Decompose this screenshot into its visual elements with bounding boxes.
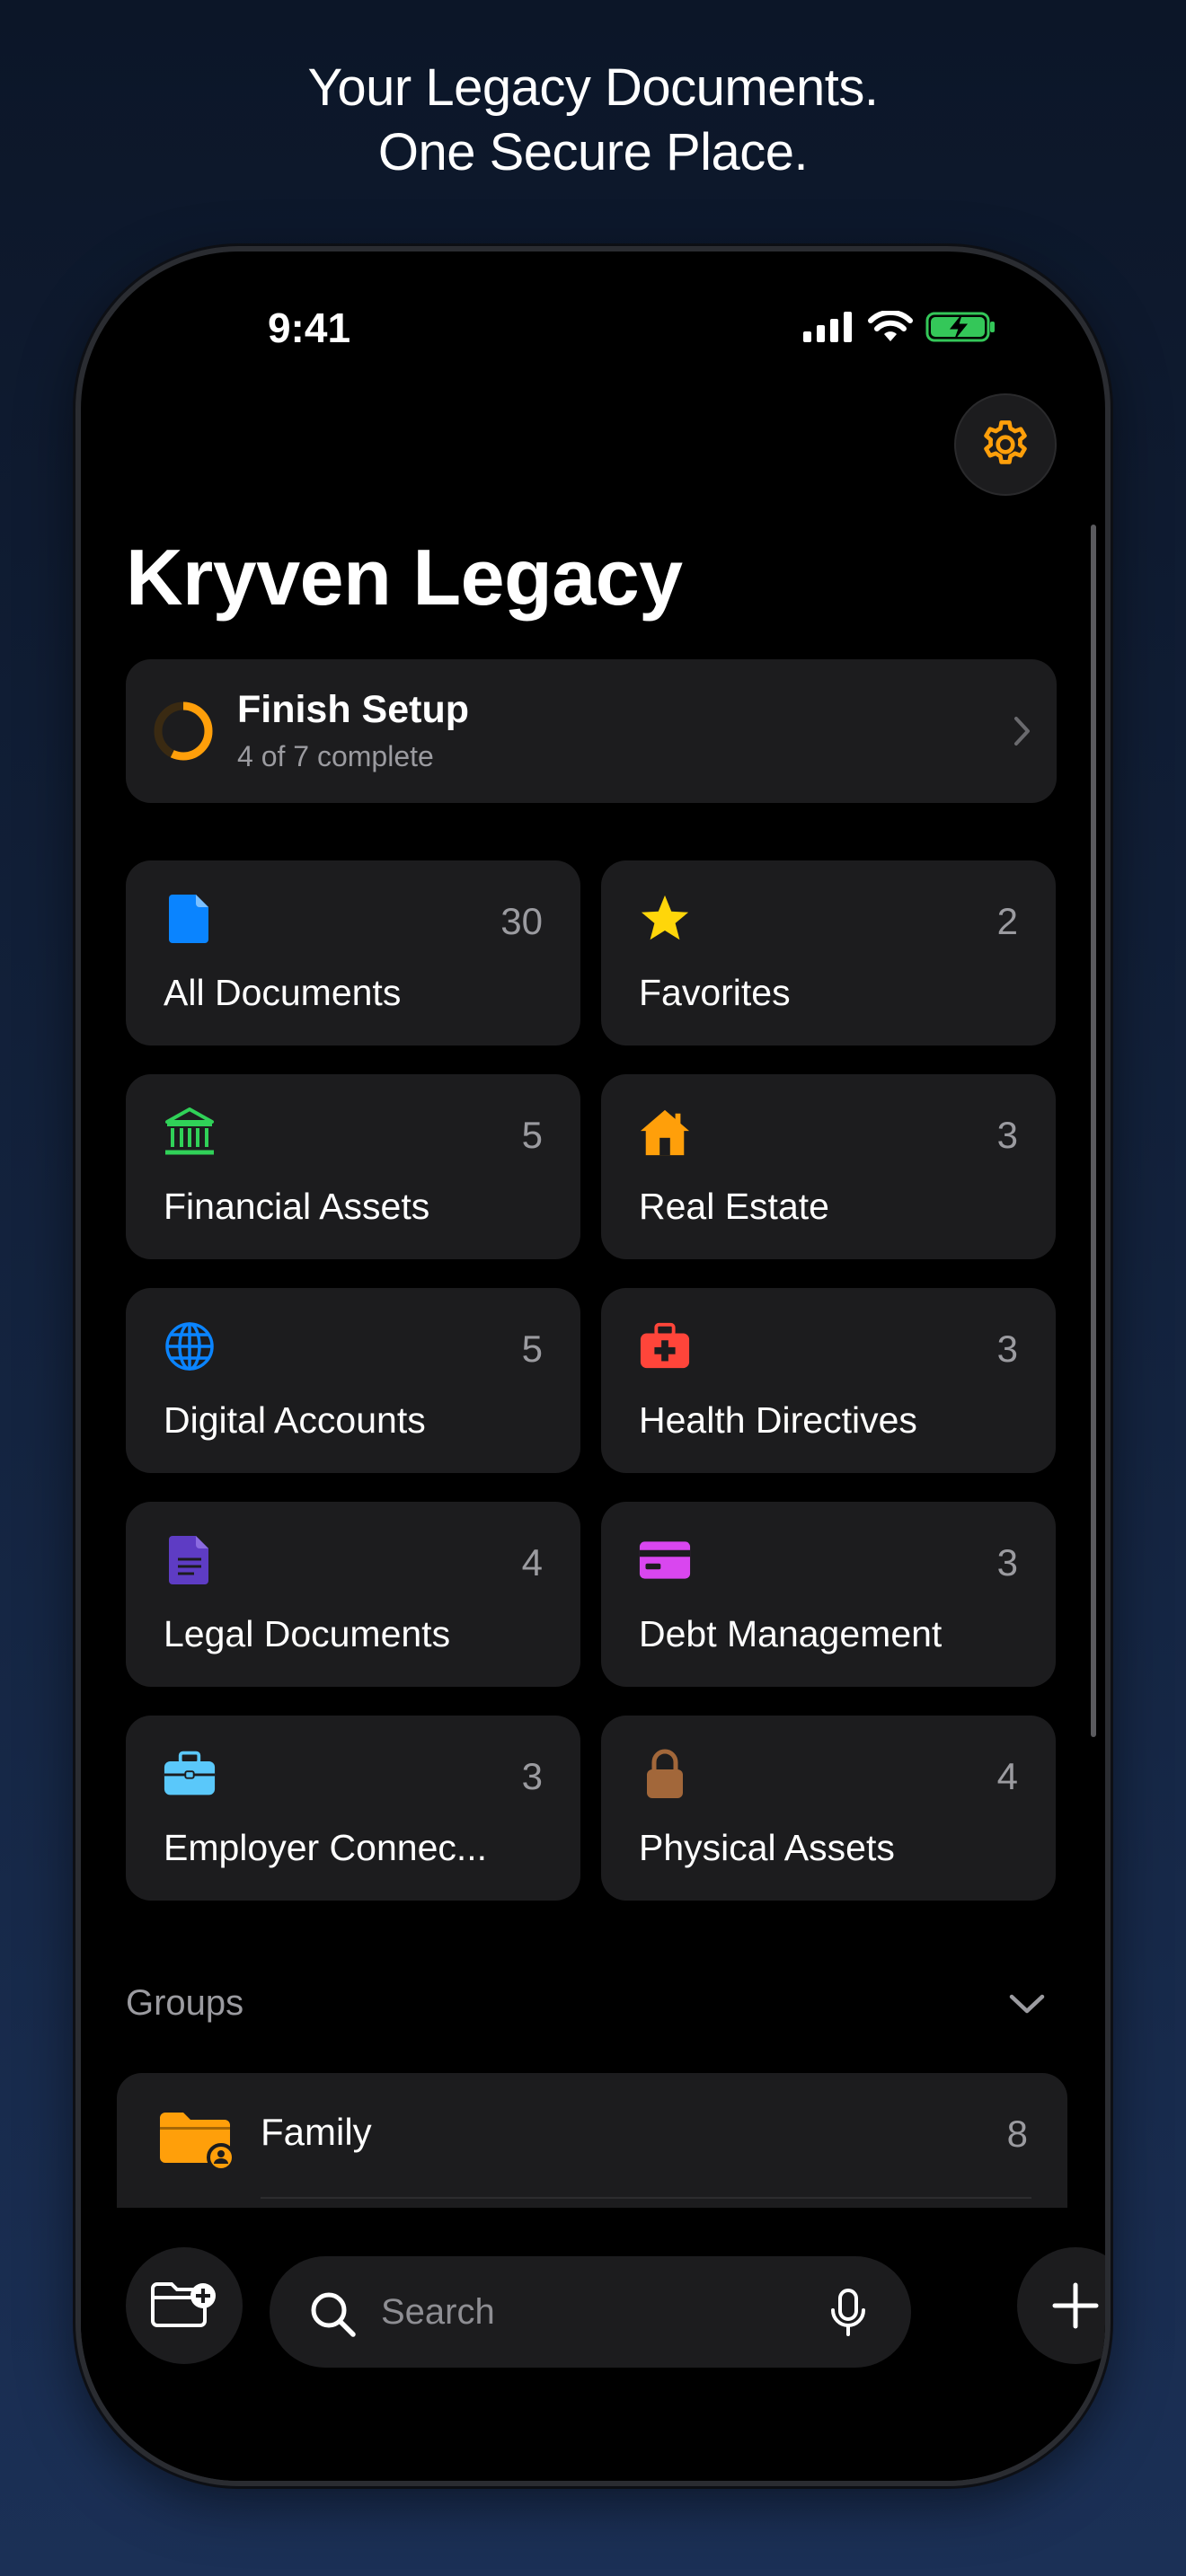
briefcase-icon — [164, 1748, 216, 1800]
globe-icon — [164, 1320, 216, 1372]
category-count: 3 — [996, 1541, 1018, 1584]
category-label: Financial Assets — [164, 1186, 430, 1227]
search-input[interactable] — [381, 2283, 812, 2341]
row-divider — [261, 2197, 1031, 2199]
category-count: 5 — [521, 1114, 543, 1156]
group-item-family[interactable]: Family 8 — [117, 2073, 1067, 2208]
star-icon — [639, 893, 691, 945]
bank-icon — [164, 1107, 216, 1159]
category-tile-real-estate[interactable]: 3 Real Estate — [601, 1074, 1056, 1259]
finish-setup-card[interactable]: Finish Setup 4 of 7 complete — [126, 659, 1057, 803]
category-count: 3 — [996, 1328, 1018, 1370]
category-label: Health Directives — [639, 1399, 917, 1441]
category-label: Debt Management — [639, 1613, 943, 1654]
medical-kit-icon — [639, 1320, 691, 1372]
status-time: 9:41 — [267, 304, 351, 351]
folder-add-icon — [151, 2282, 216, 2327]
legal-document-icon — [164, 1534, 216, 1586]
category-tile-debt-management[interactable]: 3 Debt Management — [601, 1502, 1056, 1687]
category-tile-physical-assets[interactable]: 4 Physical Assets — [601, 1716, 1056, 1901]
gear-icon — [984, 420, 1027, 464]
category-tile-legal-documents[interactable]: 4 Legal Documents — [126, 1502, 580, 1687]
chevron-right-icon — [1014, 717, 1030, 745]
category-tile-all-documents[interactable]: 30 All Documents — [126, 860, 580, 1045]
category-label: Employer Connec... — [164, 1827, 488, 1868]
document-icon — [164, 893, 216, 945]
category-tile-health-directives[interactable]: 3 Health Directives — [601, 1288, 1056, 1473]
plus-icon — [1052, 2282, 1099, 2329]
chevron-down-icon[interactable] — [1008, 1992, 1046, 2016]
scrollbar[interactable] — [1091, 525, 1096, 1737]
search-icon — [311, 2292, 356, 2337]
category-label: Favorites — [639, 972, 791, 1013]
phone-frame: 9:41 Kryven Legacy Finish Setup 4 of 7 c… — [75, 246, 1111, 2486]
setup-progress-ring — [154, 701, 213, 761]
category-label: All Documents — [164, 972, 402, 1013]
category-tile-employer-connec[interactable]: 3 Employer Connec... — [126, 1716, 580, 1901]
category-label: Real Estate — [639, 1186, 829, 1227]
marketing-headline: Your Legacy Documents. One Secure Place. — [0, 56, 1186, 185]
category-label: Physical Assets — [639, 1827, 895, 1868]
category-count: 3 — [521, 1755, 543, 1797]
headline-line-2: One Secure Place. — [377, 123, 809, 181]
cellular-signal-icon — [803, 312, 852, 342]
category-count: 5 — [521, 1328, 543, 1370]
house-icon — [639, 1107, 691, 1159]
category-count: 4 — [521, 1541, 543, 1584]
group-count: 8 — [1006, 2113, 1028, 2155]
microphone-icon[interactable] — [830, 2289, 866, 2337]
category-tile-financial-assets[interactable]: 5 Financial Assets — [126, 1074, 580, 1259]
wifi-icon — [868, 311, 913, 341]
credit-card-icon — [639, 1534, 691, 1586]
folder-person-icon — [160, 2113, 235, 2172]
settings-button[interactable] — [954, 393, 1057, 496]
page-title: Kryven Legacy — [126, 533, 683, 622]
setup-subtitle: 4 of 7 complete — [237, 740, 434, 772]
lock-icon — [639, 1748, 691, 1800]
category-count: 2 — [996, 900, 1018, 942]
setup-title: Finish Setup — [237, 688, 469, 731]
search-bar[interactable] — [270, 2256, 911, 2368]
battery-charging-icon — [925, 312, 995, 342]
category-label: Legal Documents — [164, 1613, 451, 1654]
category-label: Digital Accounts — [164, 1399, 426, 1441]
category-tile-favorites[interactable]: 2 Favorites — [601, 860, 1056, 1045]
category-count: 30 — [500, 900, 543, 942]
group-label: Family — [261, 2111, 372, 2153]
groups-section-label: Groups — [126, 1983, 244, 2023]
headline-line-1: Your Legacy Documents. — [307, 58, 879, 117]
new-folder-button[interactable] — [126, 2247, 243, 2364]
category-count: 4 — [996, 1755, 1018, 1797]
category-count: 3 — [996, 1114, 1018, 1156]
status-icons — [803, 309, 997, 345]
category-tile-digital-accounts[interactable]: 5 Digital Accounts — [126, 1288, 580, 1473]
